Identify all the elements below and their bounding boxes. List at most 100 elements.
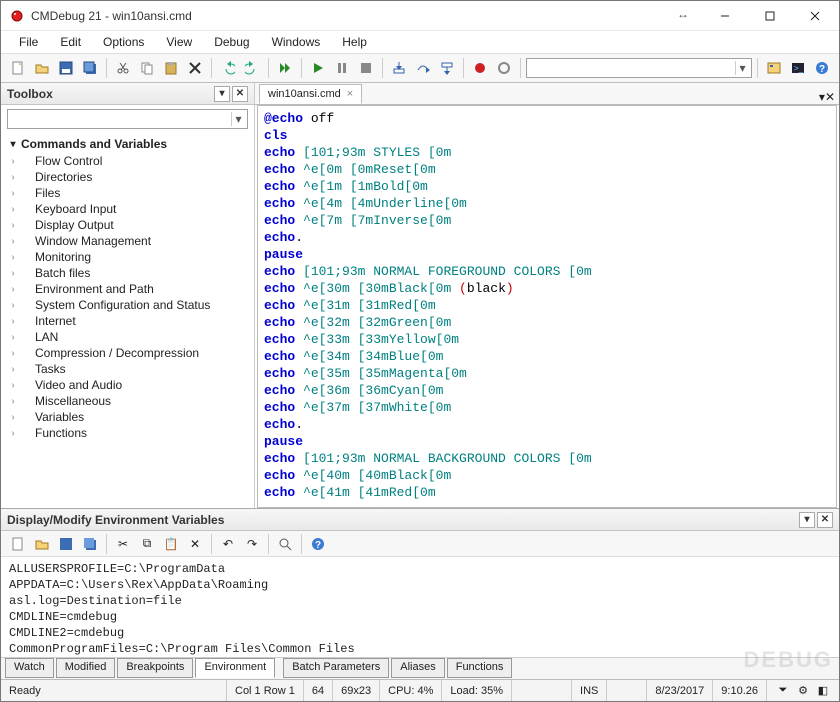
editor-close-icon[interactable]: ✕ bbox=[825, 90, 835, 104]
expand-icon: › bbox=[7, 348, 19, 359]
open-file-icon[interactable] bbox=[31, 533, 53, 555]
toolbox-item[interactable]: ›Compression / Decompression bbox=[1, 345, 254, 361]
menu-help[interactable]: Help bbox=[332, 33, 377, 51]
redo-icon[interactable] bbox=[241, 57, 263, 79]
tab-close-icon[interactable]: × bbox=[347, 88, 353, 100]
env-close-icon[interactable]: ✕ bbox=[817, 512, 833, 528]
minimize-button[interactable] bbox=[702, 2, 747, 30]
status-ins: INS bbox=[572, 680, 607, 701]
run-icon[interactable] bbox=[307, 57, 329, 79]
console-icon[interactable]: >_ bbox=[787, 57, 809, 79]
new-file-icon[interactable] bbox=[7, 533, 29, 555]
env-var-line[interactable]: CMDLINE2=cmdebug bbox=[9, 625, 831, 641]
help-icon[interactable]: ? bbox=[811, 57, 833, 79]
bottom-tab[interactable]: Aliases bbox=[391, 658, 444, 678]
toolbox-item[interactable]: ›Files bbox=[1, 185, 254, 201]
maximize-button[interactable] bbox=[747, 2, 792, 30]
delete-icon[interactable] bbox=[184, 57, 206, 79]
paste-icon[interactable] bbox=[160, 57, 182, 79]
help-icon[interactable]: ? bbox=[307, 533, 329, 555]
expand-icon: › bbox=[7, 188, 19, 199]
toolbox-item[interactable]: ›Environment and Path bbox=[1, 281, 254, 297]
save-icon[interactable] bbox=[55, 533, 77, 555]
menu-edit[interactable]: Edit bbox=[50, 33, 91, 51]
toolbox-dropdown-icon[interactable]: ▾ bbox=[214, 86, 230, 102]
code-editor[interactable]: @echo offclsecho [101;93m STYLES [0mecho… bbox=[257, 105, 837, 508]
expand-icon: ▾ bbox=[7, 139, 19, 150]
redo-icon[interactable]: ↷ bbox=[241, 533, 263, 555]
cut-icon[interactable] bbox=[112, 57, 134, 79]
toolbox-close-icon[interactable]: ✕ bbox=[232, 86, 248, 102]
bottom-tab[interactable]: Modified bbox=[56, 658, 116, 678]
titlebar[interactable]: CMDebug 21 - win10ansi.cmd ↔ bbox=[1, 1, 839, 31]
save-icon[interactable] bbox=[55, 57, 77, 79]
find-icon[interactable] bbox=[274, 533, 296, 555]
toolbox-item-label: Functions bbox=[21, 426, 87, 440]
env-var-line[interactable]: asl.log=Destination=file bbox=[9, 593, 831, 609]
menu-options[interactable]: Options bbox=[93, 33, 154, 51]
category-header[interactable]: ▾ Commands and Variables bbox=[1, 135, 254, 153]
toolbox-item[interactable]: ›Keyboard Input bbox=[1, 201, 254, 217]
step-over-icon[interactable] bbox=[412, 57, 434, 79]
bottom-tab[interactable]: Environment bbox=[195, 658, 275, 678]
toolbox-search-combo[interactable]: ▾ bbox=[7, 109, 248, 129]
toolbox-item[interactable]: ›System Configuration and Status bbox=[1, 297, 254, 313]
toolbox-item[interactable]: ›Functions bbox=[1, 425, 254, 441]
step-into-icon[interactable] bbox=[388, 57, 410, 79]
expand-icon: › bbox=[7, 268, 19, 279]
editor-tab[interactable]: win10ansi.cmd × bbox=[259, 84, 362, 104]
toolbox-item[interactable]: ›Window Management bbox=[1, 233, 254, 249]
save-all-icon[interactable] bbox=[79, 57, 101, 79]
bottom-tab[interactable]: Watch bbox=[5, 658, 54, 678]
toolbox-item[interactable]: ›Internet bbox=[1, 313, 254, 329]
tray-icon[interactable]: ⚙ bbox=[795, 683, 811, 699]
new-file-icon[interactable] bbox=[7, 57, 29, 79]
toolbox-item[interactable]: ›Batch files bbox=[1, 265, 254, 281]
pause-icon[interactable] bbox=[331, 57, 353, 79]
fast-forward-icon[interactable] bbox=[274, 57, 296, 79]
toolbox-item[interactable]: ›Video and Audio bbox=[1, 377, 254, 393]
bottom-tab[interactable]: Batch Parameters bbox=[283, 658, 389, 678]
undo-icon[interactable]: ↶ bbox=[217, 533, 239, 555]
env-dropdown-icon[interactable]: ▾ bbox=[799, 512, 815, 528]
toolbox-tree[interactable]: ▾ Commands and Variables ›Flow Control›D… bbox=[1, 133, 254, 508]
toolbox-item-label: Flow Control bbox=[21, 154, 102, 168]
delete-icon[interactable]: ✕ bbox=[184, 533, 206, 555]
copy-icon[interactable] bbox=[136, 57, 158, 79]
record-icon[interactable] bbox=[469, 57, 491, 79]
cut-icon[interactable]: ✂ bbox=[112, 533, 134, 555]
env-var-line[interactable]: APPDATA=C:\Users\Rex\AppData\Roaming bbox=[9, 577, 831, 593]
properties-icon[interactable] bbox=[763, 57, 785, 79]
breakpoint-icon[interactable] bbox=[493, 57, 515, 79]
stop-icon[interactable] bbox=[355, 57, 377, 79]
paste-icon[interactable]: 📋 bbox=[160, 533, 182, 555]
copy-icon[interactable]: ⧉ bbox=[136, 533, 158, 555]
step-out-icon[interactable] bbox=[436, 57, 458, 79]
toolbox-item[interactable]: ›Monitoring bbox=[1, 249, 254, 265]
toolbox-item[interactable]: ›Directories bbox=[1, 169, 254, 185]
undo-icon[interactable] bbox=[217, 57, 239, 79]
toolbox-item[interactable]: ›Display Output bbox=[1, 217, 254, 233]
menu-file[interactable]: File bbox=[9, 33, 48, 51]
toolbox-item[interactable]: ›Variables bbox=[1, 409, 254, 425]
tray-icon[interactable]: ◧ bbox=[815, 683, 831, 699]
toolbox-item[interactable]: ›Flow Control bbox=[1, 153, 254, 169]
close-button[interactable] bbox=[792, 2, 837, 30]
tray-icon[interactable]: ⏷ bbox=[775, 683, 791, 699]
env-var-line[interactable]: ALLUSERSPROFILE=C:\ProgramData bbox=[9, 561, 831, 577]
environment-list[interactable]: ALLUSERSPROFILE=C:\ProgramDataAPPDATA=C:… bbox=[1, 557, 839, 657]
toolbox-item[interactable]: ›LAN bbox=[1, 329, 254, 345]
env-var-line[interactable]: CMDLINE=cmdebug bbox=[9, 609, 831, 625]
menu-debug[interactable]: Debug bbox=[204, 33, 259, 51]
open-file-icon[interactable] bbox=[31, 57, 53, 79]
toolbox-item[interactable]: ›Tasks bbox=[1, 361, 254, 377]
save-all-icon[interactable] bbox=[79, 533, 101, 555]
env-var-line[interactable]: CommonProgramFiles=C:\Program Files\Comm… bbox=[9, 641, 831, 657]
toolbox-search-input[interactable] bbox=[10, 111, 231, 127]
command-combo[interactable]: ▾ bbox=[526, 58, 752, 78]
bottom-tab[interactable]: Breakpoints bbox=[117, 658, 193, 678]
bottom-tab[interactable]: Functions bbox=[447, 658, 513, 678]
menu-windows[interactable]: Windows bbox=[262, 33, 331, 51]
toolbox-item[interactable]: ›Miscellaneous bbox=[1, 393, 254, 409]
menu-view[interactable]: View bbox=[156, 33, 202, 51]
